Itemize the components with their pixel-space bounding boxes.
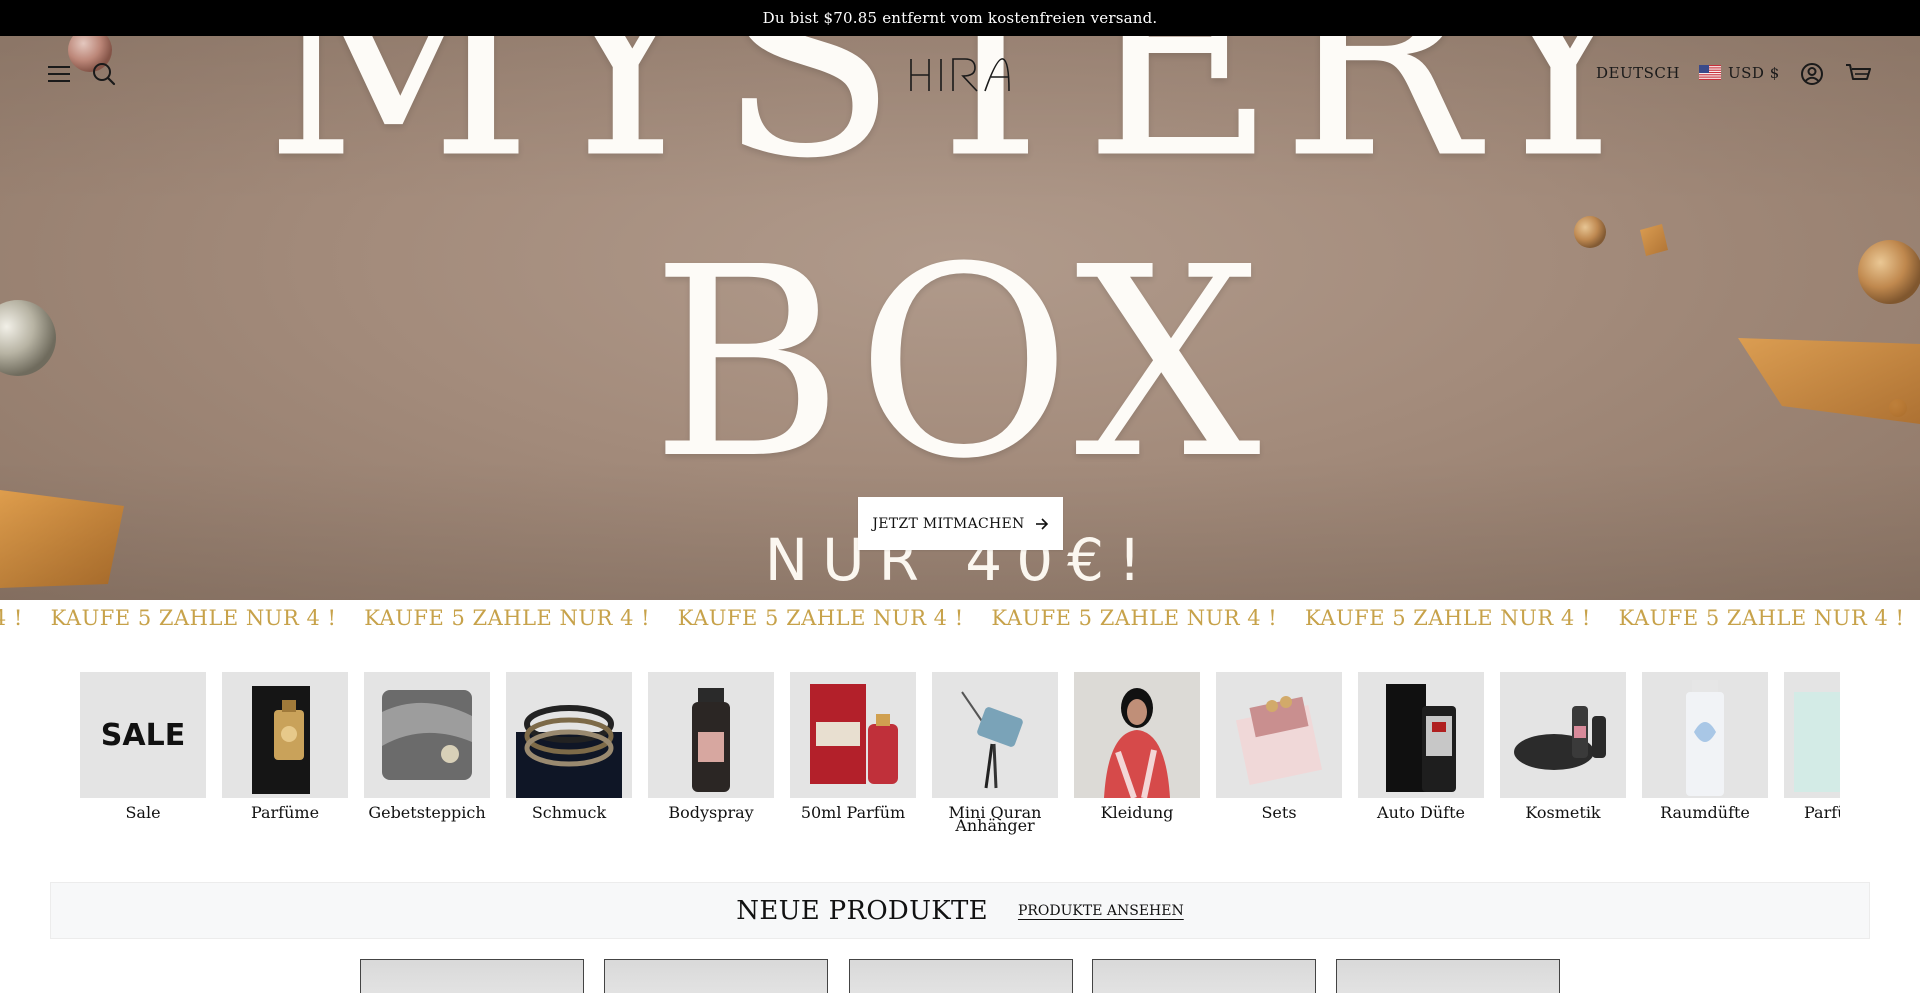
perfume-image [222,672,348,798]
category-label: Parfü [1804,803,1840,822]
marquee-item: KAUFE 5 ZAHLE NUR 4 ! [50,606,337,630]
search-icon [93,63,116,86]
sale-image: SALE [80,672,206,798]
category-image[interactable] [1500,672,1626,798]
category-item[interactable]: Kleidung [1074,672,1200,822]
product-card[interactable] [1336,959,1560,993]
new-products-title: NEUE PRODUKTE [736,895,988,926]
currency-selector[interactable]: USD $ [1728,64,1780,82]
category-image[interactable] [1358,672,1484,798]
marquee-track: KAUFE 5 ZAHLE NUR 4 ! KAUFE 5 ZAHLE NUR 4… [0,606,1920,630]
marquee-item: KAUFE 5 ZAHLE NUR 4 ! [1304,606,1591,630]
cosmetics-image [1500,672,1626,798]
product-card[interactable] [849,959,1073,993]
menu-button[interactable] [46,62,72,86]
promo-marquee: KAUFE 5 ZAHLE NUR 4 ! KAUFE 5 ZAHLE NUR 4… [0,600,1920,636]
category-item[interactable]: Mini Quran Anhänger [932,672,1058,835]
category-image[interactable] [1216,672,1342,798]
jewelry-image [506,672,632,798]
category-image[interactable] [648,672,774,798]
category-item[interactable]: Bodyspray [648,672,774,822]
category-image[interactable] [1074,672,1200,798]
category-label: 50ml Parfüm [800,803,906,822]
search-button[interactable] [90,60,118,88]
new-products-header: NEUE PRODUKTE PRODUKTE ANSEHEN [50,882,1870,939]
category-label: Mini Quran Anhänger [948,803,1042,835]
hero-title-line2: BOX [650,211,1270,516]
category-item[interactable]: SALE Sale [80,672,206,822]
marquee-item: KAUFE 5 ZAHLE NUR 4 ! [1618,606,1905,630]
arrow-right-icon [1035,517,1048,530]
perfume-50ml-image [790,672,916,798]
category-label: Sale [125,803,161,822]
category-item[interactable]: Sets [1216,672,1342,822]
category-item[interactable]: Parfüme [222,672,348,822]
join-now-label: JETZT MITMACHEN [872,515,1025,532]
category-image[interactable] [790,672,916,798]
category-item[interactable]: Auto Düfte [1358,672,1484,822]
cart-icon [1846,64,1871,80]
bodyspray-image [648,672,774,798]
category-label: Gebetsteppich [368,803,486,822]
category-image[interactable] [932,672,1058,798]
menu-icon [48,66,70,82]
hira-logo [910,58,1010,92]
marquee-item: KAUFE 5 ZAHLE NUR 4 ! [991,606,1278,630]
sets-image [1216,672,1342,798]
account-icon [1801,63,1823,85]
view-products-link[interactable]: PRODUKTE ANSEHEN [1018,903,1184,919]
perfume-image-2 [1784,672,1840,798]
category-carousel[interactable]: SALE Sale Parfüme Gebetsteppich Schmuck Bodys… [80,672,1840,842]
category-label: Bodyspray [668,803,754,822]
category-item[interactable]: Parfü [1784,672,1840,822]
category-image[interactable]: SALE [80,672,206,798]
product-card[interactable] [360,959,584,993]
category-image[interactable] [222,672,348,798]
category-item[interactable]: Raumdüfte [1642,672,1768,822]
flag-us-icon [1699,64,1721,80]
product-card[interactable] [604,959,828,993]
site-logo[interactable] [905,55,1015,95]
cart-button[interactable] [1843,60,1873,88]
product-card[interactable] [1092,959,1316,993]
join-now-button[interactable]: JETZT MITMACHEN [858,497,1063,550]
announcement-text: Du bist $70.85 entfernt vom kostenfreien… [762,9,1158,27]
sale-image-text: SALE [101,718,185,753]
category-item[interactable]: Gebetsteppich [364,672,490,822]
category-item[interactable]: Schmuck [506,672,632,822]
prayer-rug-image [364,672,490,798]
category-item[interactable]: Kosmetik [1500,672,1626,822]
marquee-item: KAUFE 5 ZAHLE NUR 4 ! [364,606,651,630]
category-image[interactable] [364,672,490,798]
announcement-bar: Du bist $70.85 entfernt vom kostenfreien… [0,0,1920,36]
clothing-image [1074,672,1200,798]
category-label: Schmuck [531,803,607,822]
category-label: Auto Düfte [1377,803,1465,822]
category-image[interactable] [506,672,632,798]
language-selector[interactable]: DEUTSCH [1596,64,1680,82]
category-item[interactable]: 50ml Parfüm [790,672,916,822]
account-button[interactable] [1798,60,1826,88]
category-image[interactable] [1642,672,1768,798]
category-image[interactable] [1784,672,1840,798]
currency-flag [1699,64,1721,80]
category-label: Sets [1261,803,1297,822]
quran-pendant-image [932,672,1058,798]
category-label: Kleidung [1100,803,1174,822]
marquee-item: KAUFE 5 ZAHLE NUR 4 ! [677,606,964,630]
category-label: Parfüme [250,803,320,822]
marquee-item: KAUFE 5 ZAHLE NUR 4 ! [0,606,23,630]
category-label: Raumdüfte [1660,803,1750,822]
category-label: Kosmetik [1525,803,1601,822]
room-fragrance-image [1642,672,1768,798]
car-fragrance-image [1358,672,1484,798]
